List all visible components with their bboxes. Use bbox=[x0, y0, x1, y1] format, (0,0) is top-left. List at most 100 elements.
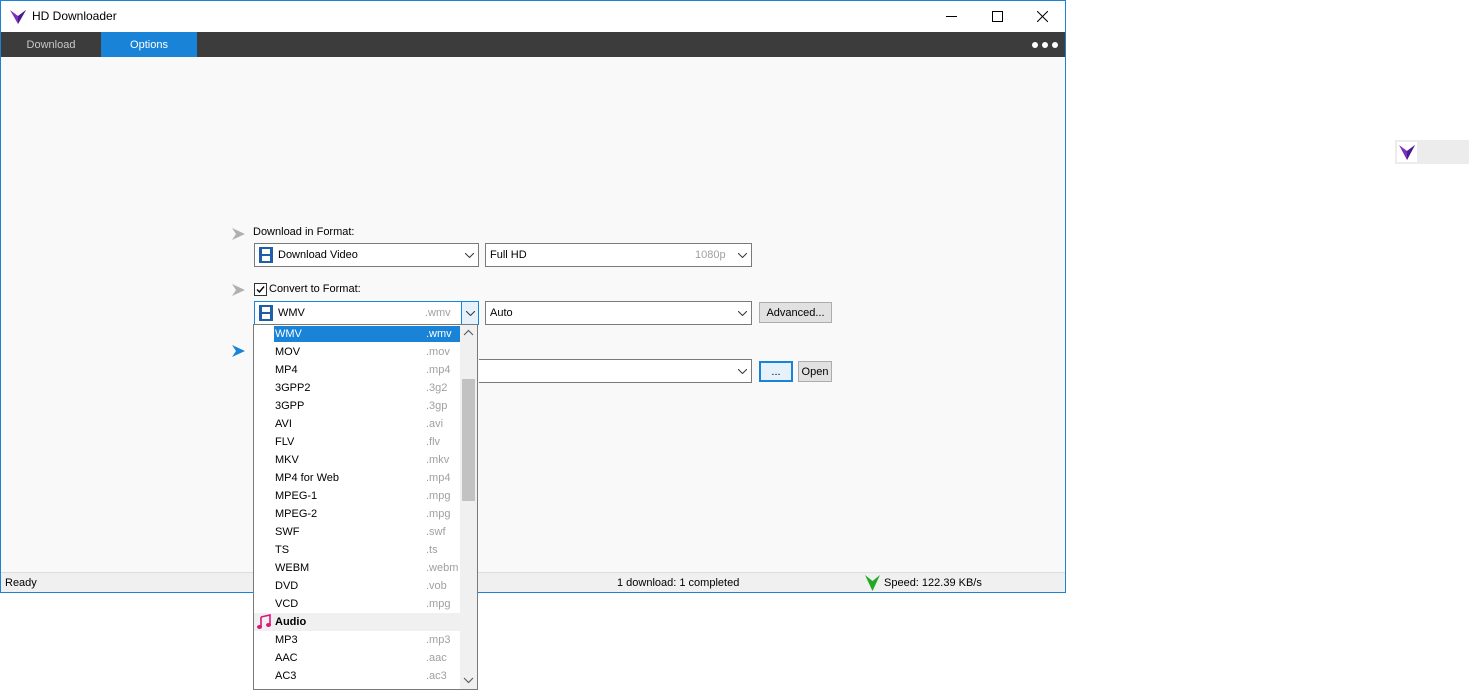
format-option-name: WEBM bbox=[275, 562, 310, 574]
download-type-select[interactable]: Download Video bbox=[254, 243, 479, 267]
format-option[interactable]: WMV .wmv bbox=[254, 325, 461, 343]
format-option-ext: .mov bbox=[426, 346, 450, 358]
section-arrow-icon bbox=[232, 228, 245, 240]
download-speed-icon bbox=[865, 575, 880, 591]
download-type-value: Download Video bbox=[278, 249, 358, 261]
chevron-down-icon[interactable] bbox=[734, 302, 751, 324]
format-option-name: MPEG-2 bbox=[275, 508, 318, 520]
format-option-name: 3GPP2 bbox=[275, 382, 311, 394]
format-option-name: 3GPP bbox=[275, 400, 305, 412]
format-option-name: FLV bbox=[275, 436, 295, 448]
download-format-label: Download in Format: bbox=[253, 226, 355, 238]
format-option-name: Audio bbox=[275, 616, 307, 628]
chevron-down-icon[interactable] bbox=[461, 302, 478, 324]
title-bar[interactable]: HD Downloader bbox=[1, 1, 1065, 32]
convert-quality-select[interactable]: Auto bbox=[485, 301, 752, 325]
format-option[interactable]: TS .ts bbox=[254, 541, 461, 559]
section-arrow-active-icon bbox=[232, 345, 245, 357]
checkmark-icon bbox=[256, 286, 265, 294]
format-option[interactable]: DVD .vob bbox=[254, 577, 461, 595]
status-speed: Speed: 122.39 KB/s bbox=[884, 577, 982, 589]
advanced-button[interactable]: Advanced... bbox=[759, 302, 832, 323]
minimize-icon bbox=[945, 16, 957, 17]
format-option[interactable]: MKV .mkv bbox=[254, 451, 461, 469]
section-arrow-icon bbox=[232, 284, 245, 296]
format-option-ext: .ac3 bbox=[426, 670, 447, 682]
more-options-icon[interactable] bbox=[1032, 40, 1058, 50]
format-options: WMV .wmv MOV .mov MP4 .mp4 3GPP2 .3g2 3GPP .3gp AV… bbox=[254, 325, 461, 685]
format-option[interactable]: FLV .flv bbox=[254, 433, 461, 451]
chevron-down-icon[interactable] bbox=[734, 244, 751, 266]
quality-select[interactable]: Full HD 1080p bbox=[485, 243, 752, 267]
format-option-ext: .mp3 bbox=[426, 634, 451, 646]
format-option-name: MP3 bbox=[275, 634, 298, 646]
format-option-name: MPEG-1 bbox=[275, 490, 318, 502]
browse-button[interactable]: ... bbox=[759, 361, 793, 382]
window-title: HD Downloader bbox=[32, 9, 117, 23]
format-option[interactable]: VCD .mpg bbox=[254, 595, 461, 613]
format-option-ext: .ts bbox=[426, 544, 438, 556]
format-option-name: AVI bbox=[275, 418, 292, 430]
format-option-name: SWF bbox=[275, 526, 300, 538]
video-file-icon bbox=[259, 247, 273, 263]
output-folder-select[interactable] bbox=[479, 359, 752, 383]
format-option-ext: .vob bbox=[426, 580, 447, 592]
format-option-name: TS bbox=[275, 544, 290, 556]
convert-quality-value: Auto bbox=[490, 307, 513, 319]
status-downloads: 1 download: 1 completed bbox=[617, 577, 740, 589]
format-option-name: AAC bbox=[275, 652, 298, 664]
open-button[interactable]: Open bbox=[798, 361, 832, 382]
format-option[interactable]: MP3 .mp3 bbox=[254, 631, 461, 649]
scroll-down-icon[interactable] bbox=[463, 675, 474, 685]
format-option-ext: .3gp bbox=[426, 400, 448, 412]
scroll-up-icon[interactable] bbox=[463, 328, 474, 338]
format-option-ext: .mpg bbox=[426, 490, 451, 502]
close-button[interactable] bbox=[1019, 1, 1065, 32]
chevron-down-icon[interactable] bbox=[461, 244, 478, 266]
format-option-ext: .wmv bbox=[426, 328, 452, 340]
format-dropdown-list[interactable]: WMV .wmv MOV .mov MP4 .mp4 3GPP2 .3g2 3GPP .3gp AV… bbox=[253, 324, 478, 690]
format-option-ext: .swf bbox=[426, 526, 446, 538]
options-panel: Download in Format: Download Video Full … bbox=[1, 57, 1065, 572]
format-option-name: AC3 bbox=[275, 670, 297, 682]
status-ready: Ready bbox=[5, 577, 37, 589]
format-option-name: WMV bbox=[275, 328, 302, 340]
format-option[interactable]: MPEG-2 .mpg bbox=[254, 505, 461, 523]
format-option-name: MP4 bbox=[275, 364, 298, 376]
convert-format-value: WMV bbox=[278, 307, 305, 319]
format-option[interactable]: SWF .swf bbox=[254, 523, 461, 541]
format-option-ext: .webm bbox=[426, 562, 459, 574]
format-option[interactable]: MPEG-1 .mpg bbox=[254, 487, 461, 505]
format-option[interactable]: 3GPP2 .3g2 bbox=[254, 379, 461, 397]
format-option[interactable]: AAC .aac bbox=[254, 649, 461, 667]
floating-downloader-widget[interactable] bbox=[1395, 140, 1469, 164]
dropdown-scrollbar[interactable] bbox=[460, 325, 477, 689]
tab-download[interactable]: Download bbox=[1, 32, 101, 57]
convert-format-select[interactable]: WMV .wmv bbox=[254, 301, 479, 325]
app-window: HD Downloader Download Options Download … bbox=[0, 0, 1066, 593]
format-option-ext: .mpg bbox=[426, 508, 451, 520]
maximize-button[interactable] bbox=[974, 1, 1020, 32]
maximize-icon bbox=[991, 11, 1003, 22]
format-option-ext: .mkv bbox=[426, 454, 450, 466]
scrollbar-thumb[interactable] bbox=[462, 379, 475, 501]
music-note-icon bbox=[257, 614, 271, 629]
quality-hint: 1080p bbox=[695, 249, 726, 261]
video-file-icon bbox=[259, 305, 273, 321]
format-option-name: MOV bbox=[275, 346, 301, 358]
format-option[interactable]: MP4 for Web .mp4 bbox=[254, 469, 461, 487]
format-option[interactable]: WEBM .webm bbox=[254, 559, 461, 577]
format-option-name: VCD bbox=[275, 598, 299, 610]
audio-group-header: Audio bbox=[254, 613, 461, 631]
format-option[interactable]: AVI .avi bbox=[254, 415, 461, 433]
format-option[interactable]: 3GPP .3gp bbox=[254, 397, 461, 415]
convert-checkbox[interactable] bbox=[254, 283, 267, 296]
format-option-ext: .mp4 bbox=[426, 472, 451, 484]
minimize-button[interactable] bbox=[928, 1, 974, 32]
app-logo-icon bbox=[10, 10, 26, 24]
format-option[interactable]: MOV .mov bbox=[254, 343, 461, 361]
chevron-down-icon[interactable] bbox=[734, 360, 751, 382]
format-option[interactable]: MP4 .mp4 bbox=[254, 361, 461, 379]
format-option[interactable]: AC3 .ac3 bbox=[254, 667, 461, 685]
tab-options[interactable]: Options bbox=[101, 32, 197, 57]
